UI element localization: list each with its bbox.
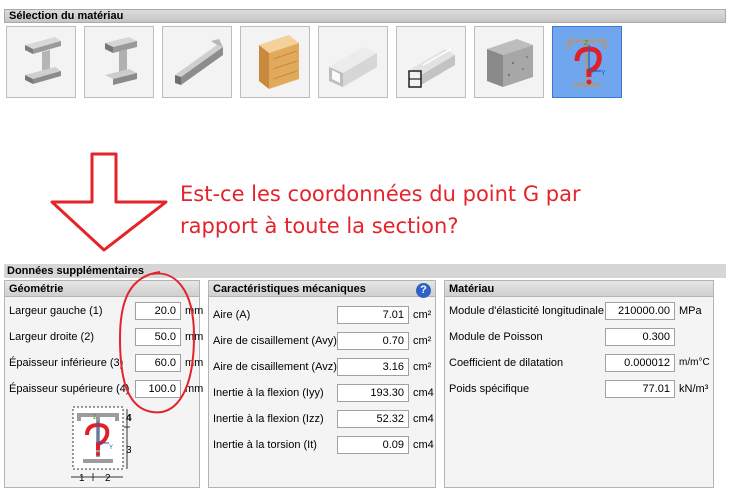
diagram-label-3: 3 [126,445,132,456]
concrete-block-icon [487,39,533,87]
mat-row-weight: Poids spécifique 77.01 kN/m³ [449,379,713,399]
geometry-label: Largeur gauche (1) [9,305,103,317]
aluminium-profile-icon [408,48,455,88]
mat-unit: MPa [679,305,702,317]
mat-label: Poids spécifique [449,383,530,395]
mech-row-izz: Inertie à la flexion (Izz) 52.32 cm4 [213,409,435,429]
geometry-label: Épaisseur inférieure (3) [9,357,124,369]
annotation-line-2: rapport à toute la section? [180,214,459,238]
material-button-row: Z Y [4,24,726,102]
steel-h-beam-icon [105,37,137,85]
annotation-arrow-icon [50,152,168,252]
mech-unit: cm4 [413,413,434,425]
material-aluminium-profile-button[interactable] [396,26,466,98]
material-timber-beam-button[interactable] [240,26,310,98]
mech-row-area: Aire (A) 7.01 cm² [213,305,435,325]
dilatation-input[interactable]: 0.000012 [605,354,675,372]
material-steel-angle-button[interactable] [162,26,232,98]
mech-unit: cm² [413,361,432,373]
annotation-line-1: Est-ce les coordonnées du point G par [180,182,581,206]
mechanical-title-bar: Caractéristiques mécaniques ? [209,281,435,298]
poisson-input[interactable]: 0.300 [605,328,675,346]
mat-unit: m/m°C [679,357,710,368]
mat-label: Module d'élasticité longitudinale [449,305,604,317]
material-steel-i-beam-button[interactable] [6,26,76,98]
material-selection-header: Sélection du matériau [4,9,726,23]
steel-i-beam-icon [25,37,61,84]
mech-label: Inertie à la torsion (It) [213,439,317,451]
mat-row-poisson: Module de Poisson 0.300 [449,327,713,347]
mat-label: Coefficient de dilatation [449,357,564,369]
material-custom-section-button[interactable]: Z Y [552,26,622,98]
custom-section-icon: Z Y [567,39,607,87]
material-title: Matériau [445,281,713,297]
mech-row-avz: Aire de cisaillement (Avz) 3.16 cm² [213,357,435,377]
mech-label: Inertie à la flexion (Iyy) [213,387,324,399]
weight-input[interactable]: 77.01 [605,380,675,398]
mat-row-dilatation: Coefficient de dilatation 0.000012 m/m°C [449,353,713,373]
steel-angle-icon [175,39,223,85]
mech-label: Inertie à la flexion (Izz) [213,413,324,425]
mech-label: Aire de cisaillement (Avz) [213,361,337,373]
material-aluminium-tube-button[interactable] [318,26,388,98]
mech-row-iyy: Inertie à la flexion (Iyy) 193.30 cm4 [213,383,435,403]
diagram-axis-z: Z [93,415,97,421]
mech-unit: cm4 [413,439,434,451]
mech-unit: cm² [413,335,432,347]
elasticity-input[interactable]: 210000.00 [605,302,675,320]
mech-row-it: Inertie à la torsion (It) 0.09 cm4 [213,435,435,455]
it-input[interactable]: 0.09 [337,436,409,454]
mech-unit: cm² [413,309,432,321]
diagram-label-1: 1 [79,473,85,484]
diagram-label-2: 2 [105,473,111,484]
timber-beam-icon [259,35,299,89]
mech-label: Aire de cisaillement (Avy) [213,335,337,347]
avz-input[interactable]: 3.16 [337,358,409,376]
geometry-label: Largeur droite (2) [9,331,94,343]
mech-unit: cm4 [413,387,434,399]
mech-row-avy: Aire de cisaillement (Avy) 0.70 cm² [213,331,435,351]
mat-label: Module de Poisson [449,331,543,343]
material-panel: Matériau Module d'élasticité longitudina… [444,280,714,488]
svg-text:Z: Z [584,40,589,47]
iyy-input[interactable]: 193.30 [337,384,409,402]
help-icon[interactable]: ? [416,283,431,298]
mat-row-elasticity: Module d'élasticité longitudinale 210000… [449,301,713,321]
area-input[interactable]: 7.01 [337,306,409,324]
avy-input[interactable]: 0.70 [337,332,409,350]
mech-label: Aire (A) [213,309,251,321]
mechanical-panel: Caractéristiques mécaniques ? Aire (A) 7… [208,280,436,488]
izz-input[interactable]: 52.32 [337,410,409,428]
annotation-ellipse [118,271,196,414]
diagram-axis-y: Y [109,445,113,451]
aluminium-tube-icon [329,47,377,87]
material-selection-title: Sélection du matériau [9,10,124,22]
material-concrete-block-button[interactable] [474,26,544,98]
svg-text:Y: Y [601,70,606,77]
mat-unit: kN/m³ [679,383,709,395]
material-steel-h-beam-button[interactable] [84,26,154,98]
mechanical-title: Caractéristiques mécaniques [213,283,366,295]
